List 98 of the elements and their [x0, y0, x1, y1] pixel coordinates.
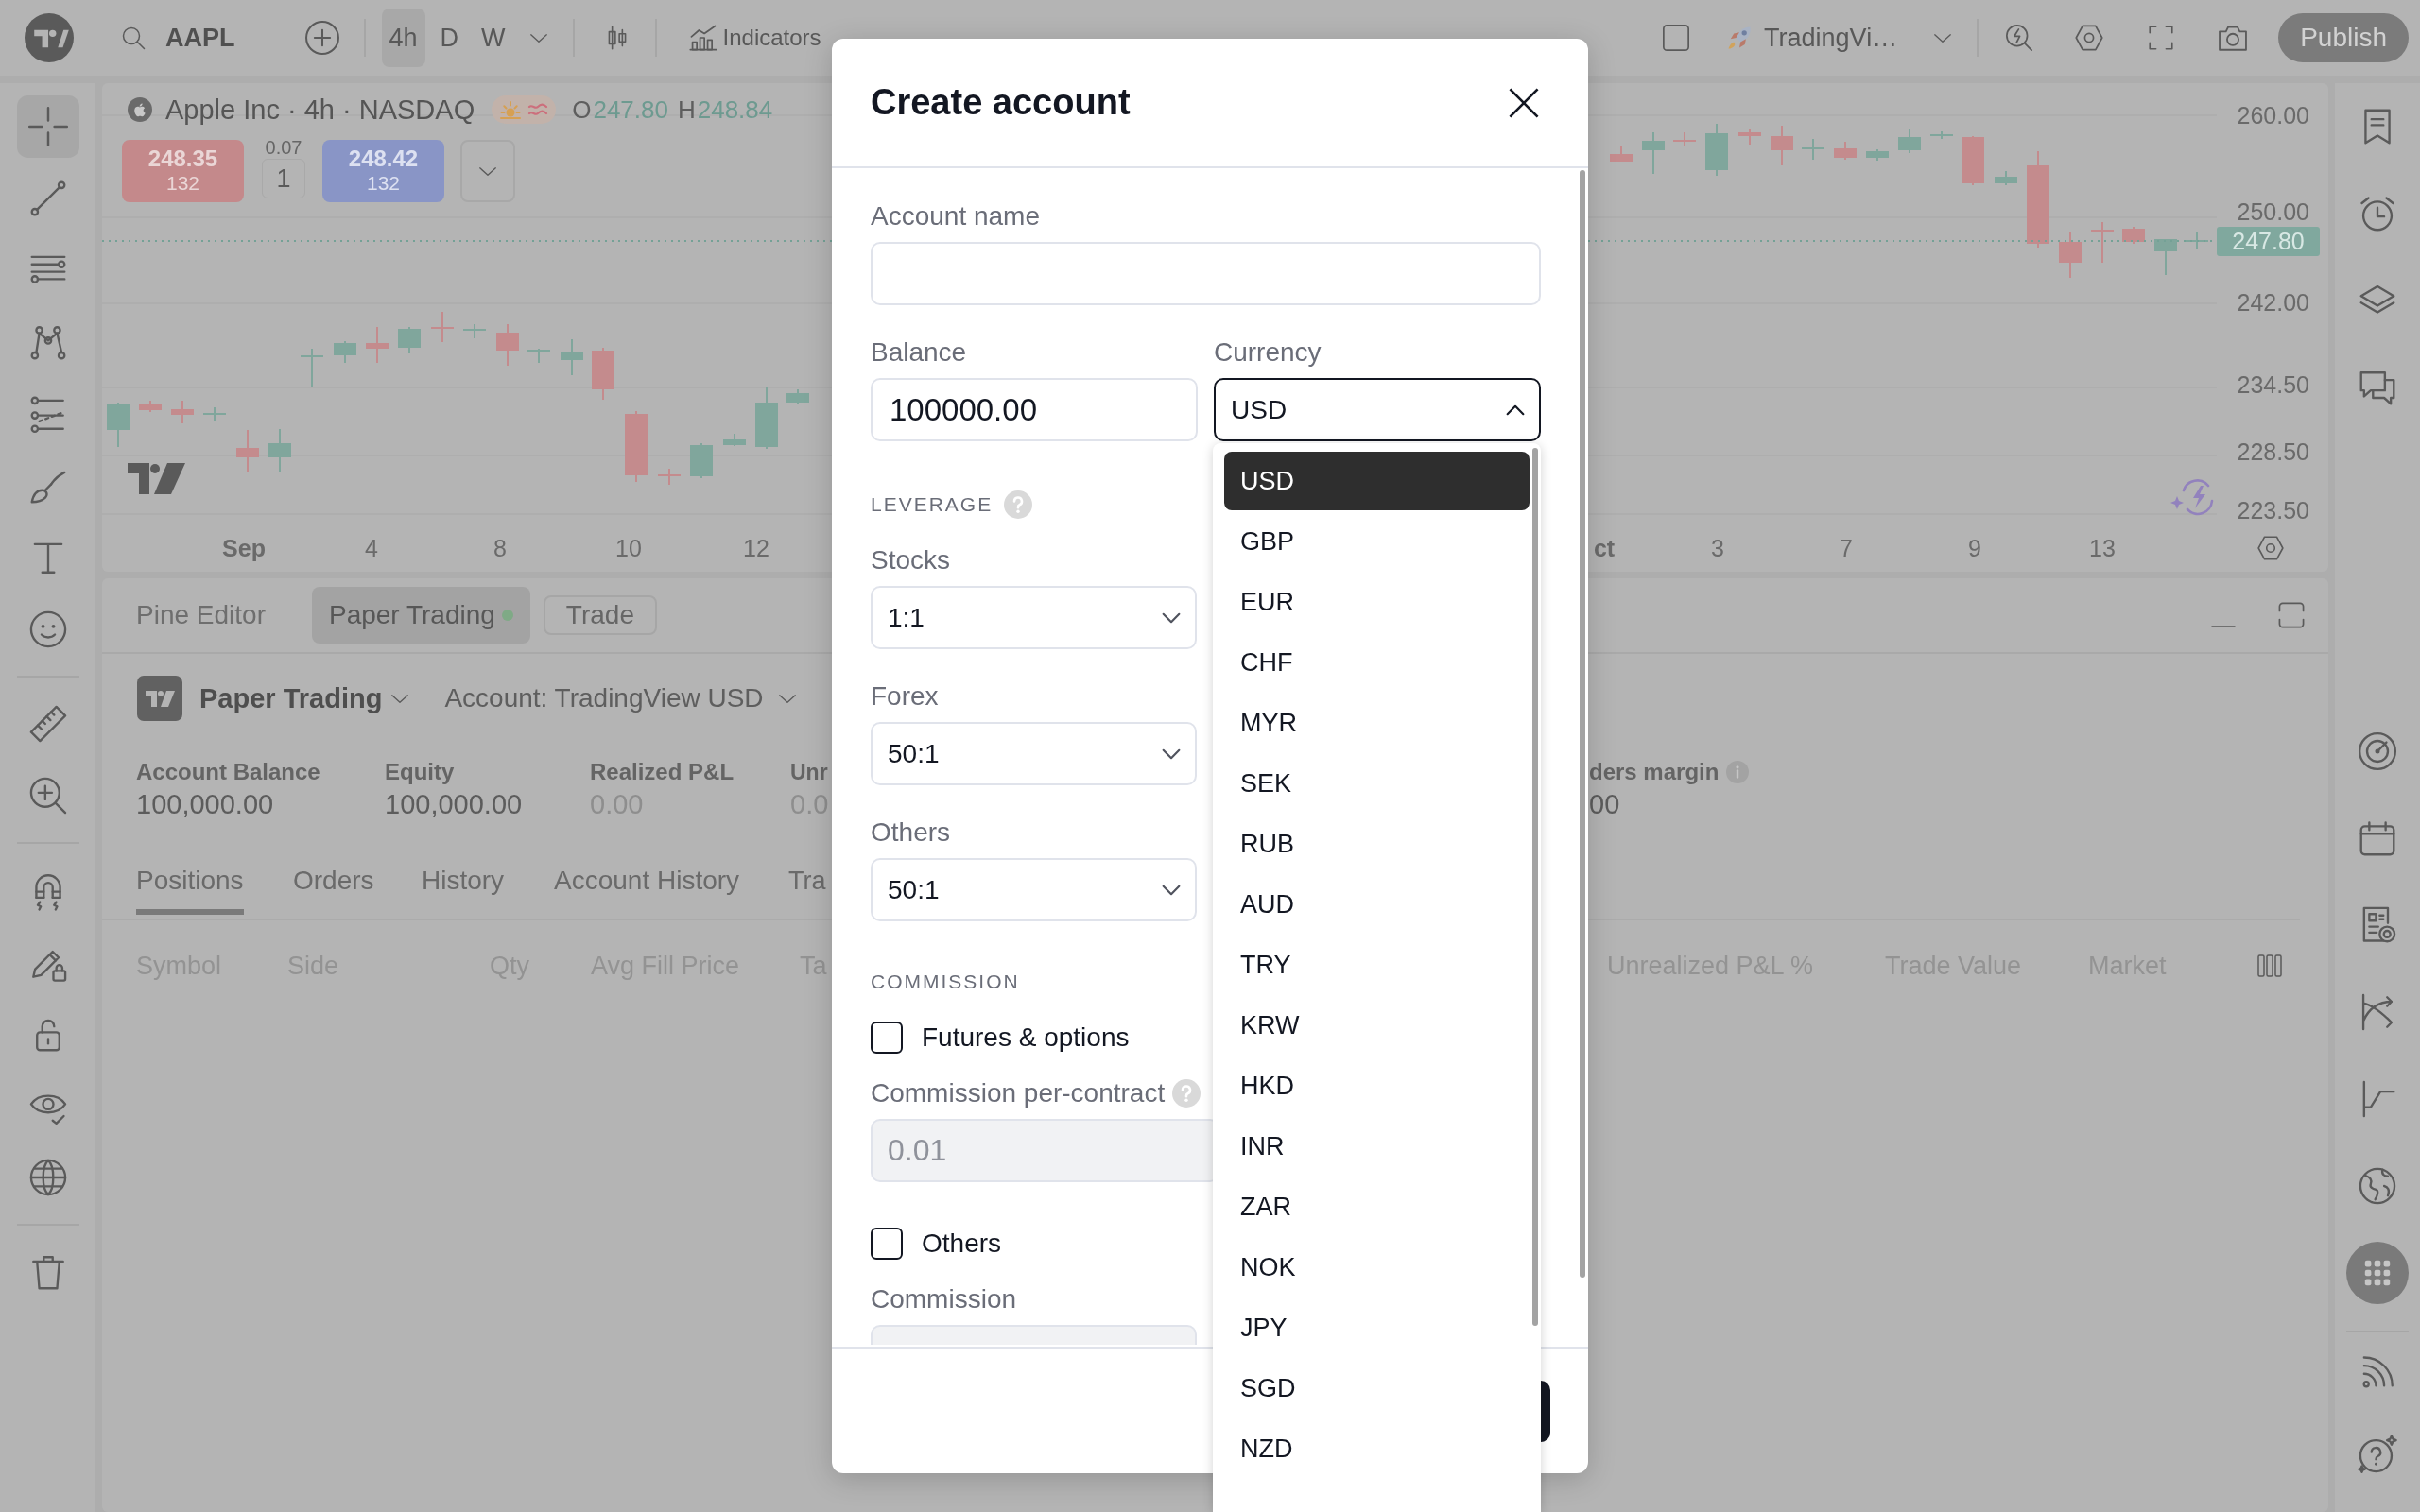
leverage-select[interactable]: 50:1	[871, 722, 1197, 785]
stat-value: 100,000.00	[136, 788, 274, 821]
account-name-field[interactable]	[871, 242, 1541, 305]
time-label: Sep	[222, 534, 266, 562]
currency-option[interactable]: NOK	[1224, 1238, 1530, 1297]
field-label: Forex	[871, 680, 939, 713]
time-label: 8	[493, 534, 507, 562]
logo-icon	[137, 676, 182, 721]
square-icon[interactable]	[1661, 23, 1692, 53]
symbol-search-button[interactable]: AAPL	[121, 23, 235, 53]
field-label: Currency	[1214, 336, 1322, 369]
chevron-icon	[1162, 611, 1181, 624]
help-icon[interactable]	[2357, 1434, 2398, 1475]
currency-option[interactable]: SGD	[1224, 1359, 1530, 1418]
currency-option[interactable]: SEK	[1224, 754, 1530, 813]
chart-title: Apple Inc · 4h · NASDAQ	[165, 94, 475, 126]
caret-icon	[389, 692, 411, 705]
section-heading: LEVERAGE	[871, 493, 994, 516]
last-price-label: 247.80	[2217, 227, 2320, 256]
currency-option[interactable]: CHF	[1224, 633, 1530, 692]
field-label: Others	[871, 816, 951, 849]
ohlc-value: O247.80	[572, 94, 668, 125]
crosshair-icon[interactable]	[16, 95, 79, 158]
field-label: Stocks	[871, 544, 951, 576]
field-label: Balance	[871, 336, 967, 369]
stat-label: ders margin	[1589, 759, 1720, 785]
search-icon	[121, 26, 146, 50]
time-label: 7	[1840, 534, 1853, 562]
currency-option[interactable]: GBP	[1224, 512, 1530, 571]
logo-icon[interactable]	[25, 13, 74, 62]
currency-option[interactable]: TRY	[1224, 936, 1530, 994]
field-label: Commission per-contract	[871, 1077, 1166, 1109]
close-icon[interactable]	[1508, 86, 1540, 119]
columns-icon[interactable]	[2256, 953, 2283, 979]
stat-label: Unr	[790, 759, 828, 785]
fullscreen-icon[interactable]	[2147, 24, 2176, 52]
price-label: 242.00	[2237, 288, 2309, 317]
chevron-icon	[1162, 884, 1181, 896]
price-label: 223.50	[2237, 496, 2309, 524]
caret-icon	[477, 164, 498, 178]
lightning-search-icon[interactable]	[2004, 23, 2035, 53]
dialog-title: Create account	[871, 82, 1131, 123]
price-label: 228.50	[2237, 438, 2309, 466]
currency-option[interactable]: INR	[1224, 1117, 1530, 1176]
broker-dropdown[interactable]: Paper Trading	[199, 682, 411, 714]
currency-select[interactable]: USD	[1214, 378, 1541, 441]
time-label: ct	[1593, 534, 1616, 562]
stat-label: Equity	[385, 759, 455, 785]
waves-icon	[527, 102, 549, 117]
chevron-icon	[1162, 747, 1181, 760]
caret-icon	[776, 692, 798, 705]
target-icon[interactable]	[2357, 730, 2398, 772]
plus-icon[interactable]	[303, 20, 340, 56]
currency-option[interactable]: ZAR	[1224, 1177, 1530, 1236]
field-label: Account name	[871, 200, 1040, 232]
settings-icon[interactable]	[2256, 534, 2285, 562]
stat-value: 00	[1589, 788, 1620, 821]
time-label: 13	[2089, 534, 2116, 562]
field-label: Commission	[871, 1283, 1017, 1315]
sun-icon	[499, 99, 523, 120]
settings-icon[interactable]	[2074, 23, 2105, 53]
caret-icon	[1932, 31, 1954, 44]
currency-option[interactable]: NZD	[1224, 1419, 1530, 1478]
currency-option[interactable]: MYR	[1224, 694, 1530, 752]
stat-value: 100,000.00	[385, 788, 523, 821]
ohlc-value: H248.84	[677, 94, 773, 125]
caret-icon[interactable]	[527, 31, 549, 44]
price-label: 250.00	[2237, 198, 2309, 226]
stat-label: Realized P&L	[590, 759, 735, 785]
time-label: 12	[743, 534, 769, 562]
balance-field[interactable]: 100000.00	[871, 378, 1198, 441]
price-label: 260.00	[2237, 101, 2309, 129]
minimize-icon[interactable]	[2210, 625, 2237, 628]
stat-label: Account Balance	[136, 759, 320, 785]
currency-option[interactable]: EUR	[1224, 573, 1530, 631]
time-label: 10	[615, 534, 642, 562]
scrollbar-thumb[interactable]	[1532, 448, 1538, 1326]
apps-icon[interactable]	[2346, 1242, 2409, 1304]
spread-value: 0.07	[265, 136, 302, 159]
currency-option[interactable]: HKD	[1224, 1057, 1530, 1115]
currency-option[interactable]: RUB	[1224, 815, 1530, 873]
price-label: 234.50	[2237, 370, 2309, 399]
time-label: 9	[1968, 534, 1981, 562]
currency-option[interactable]: KRW	[1224, 996, 1530, 1055]
currency-option[interactable]: USD	[1224, 452, 1530, 510]
currency-option[interactable]: AUD	[1224, 875, 1530, 934]
leverage-select[interactable]: 50:1	[871, 858, 1197, 921]
leverage-select[interactable]: 1:1	[871, 586, 1197, 649]
scrollbar-thumb[interactable]	[1580, 170, 1585, 1278]
maximize-icon[interactable]	[2276, 600, 2307, 630]
section-heading: COMMISSION	[871, 971, 1020, 993]
indicators-icon	[687, 23, 718, 53]
time-label: 4	[365, 534, 378, 562]
globe-icon[interactable]	[2357, 1165, 2398, 1207]
time-label: 3	[1711, 534, 1724, 562]
caret-icon	[1506, 404, 1525, 416]
apple-icon	[128, 97, 152, 122]
currency-option[interactable]: JPY	[1224, 1298, 1530, 1357]
